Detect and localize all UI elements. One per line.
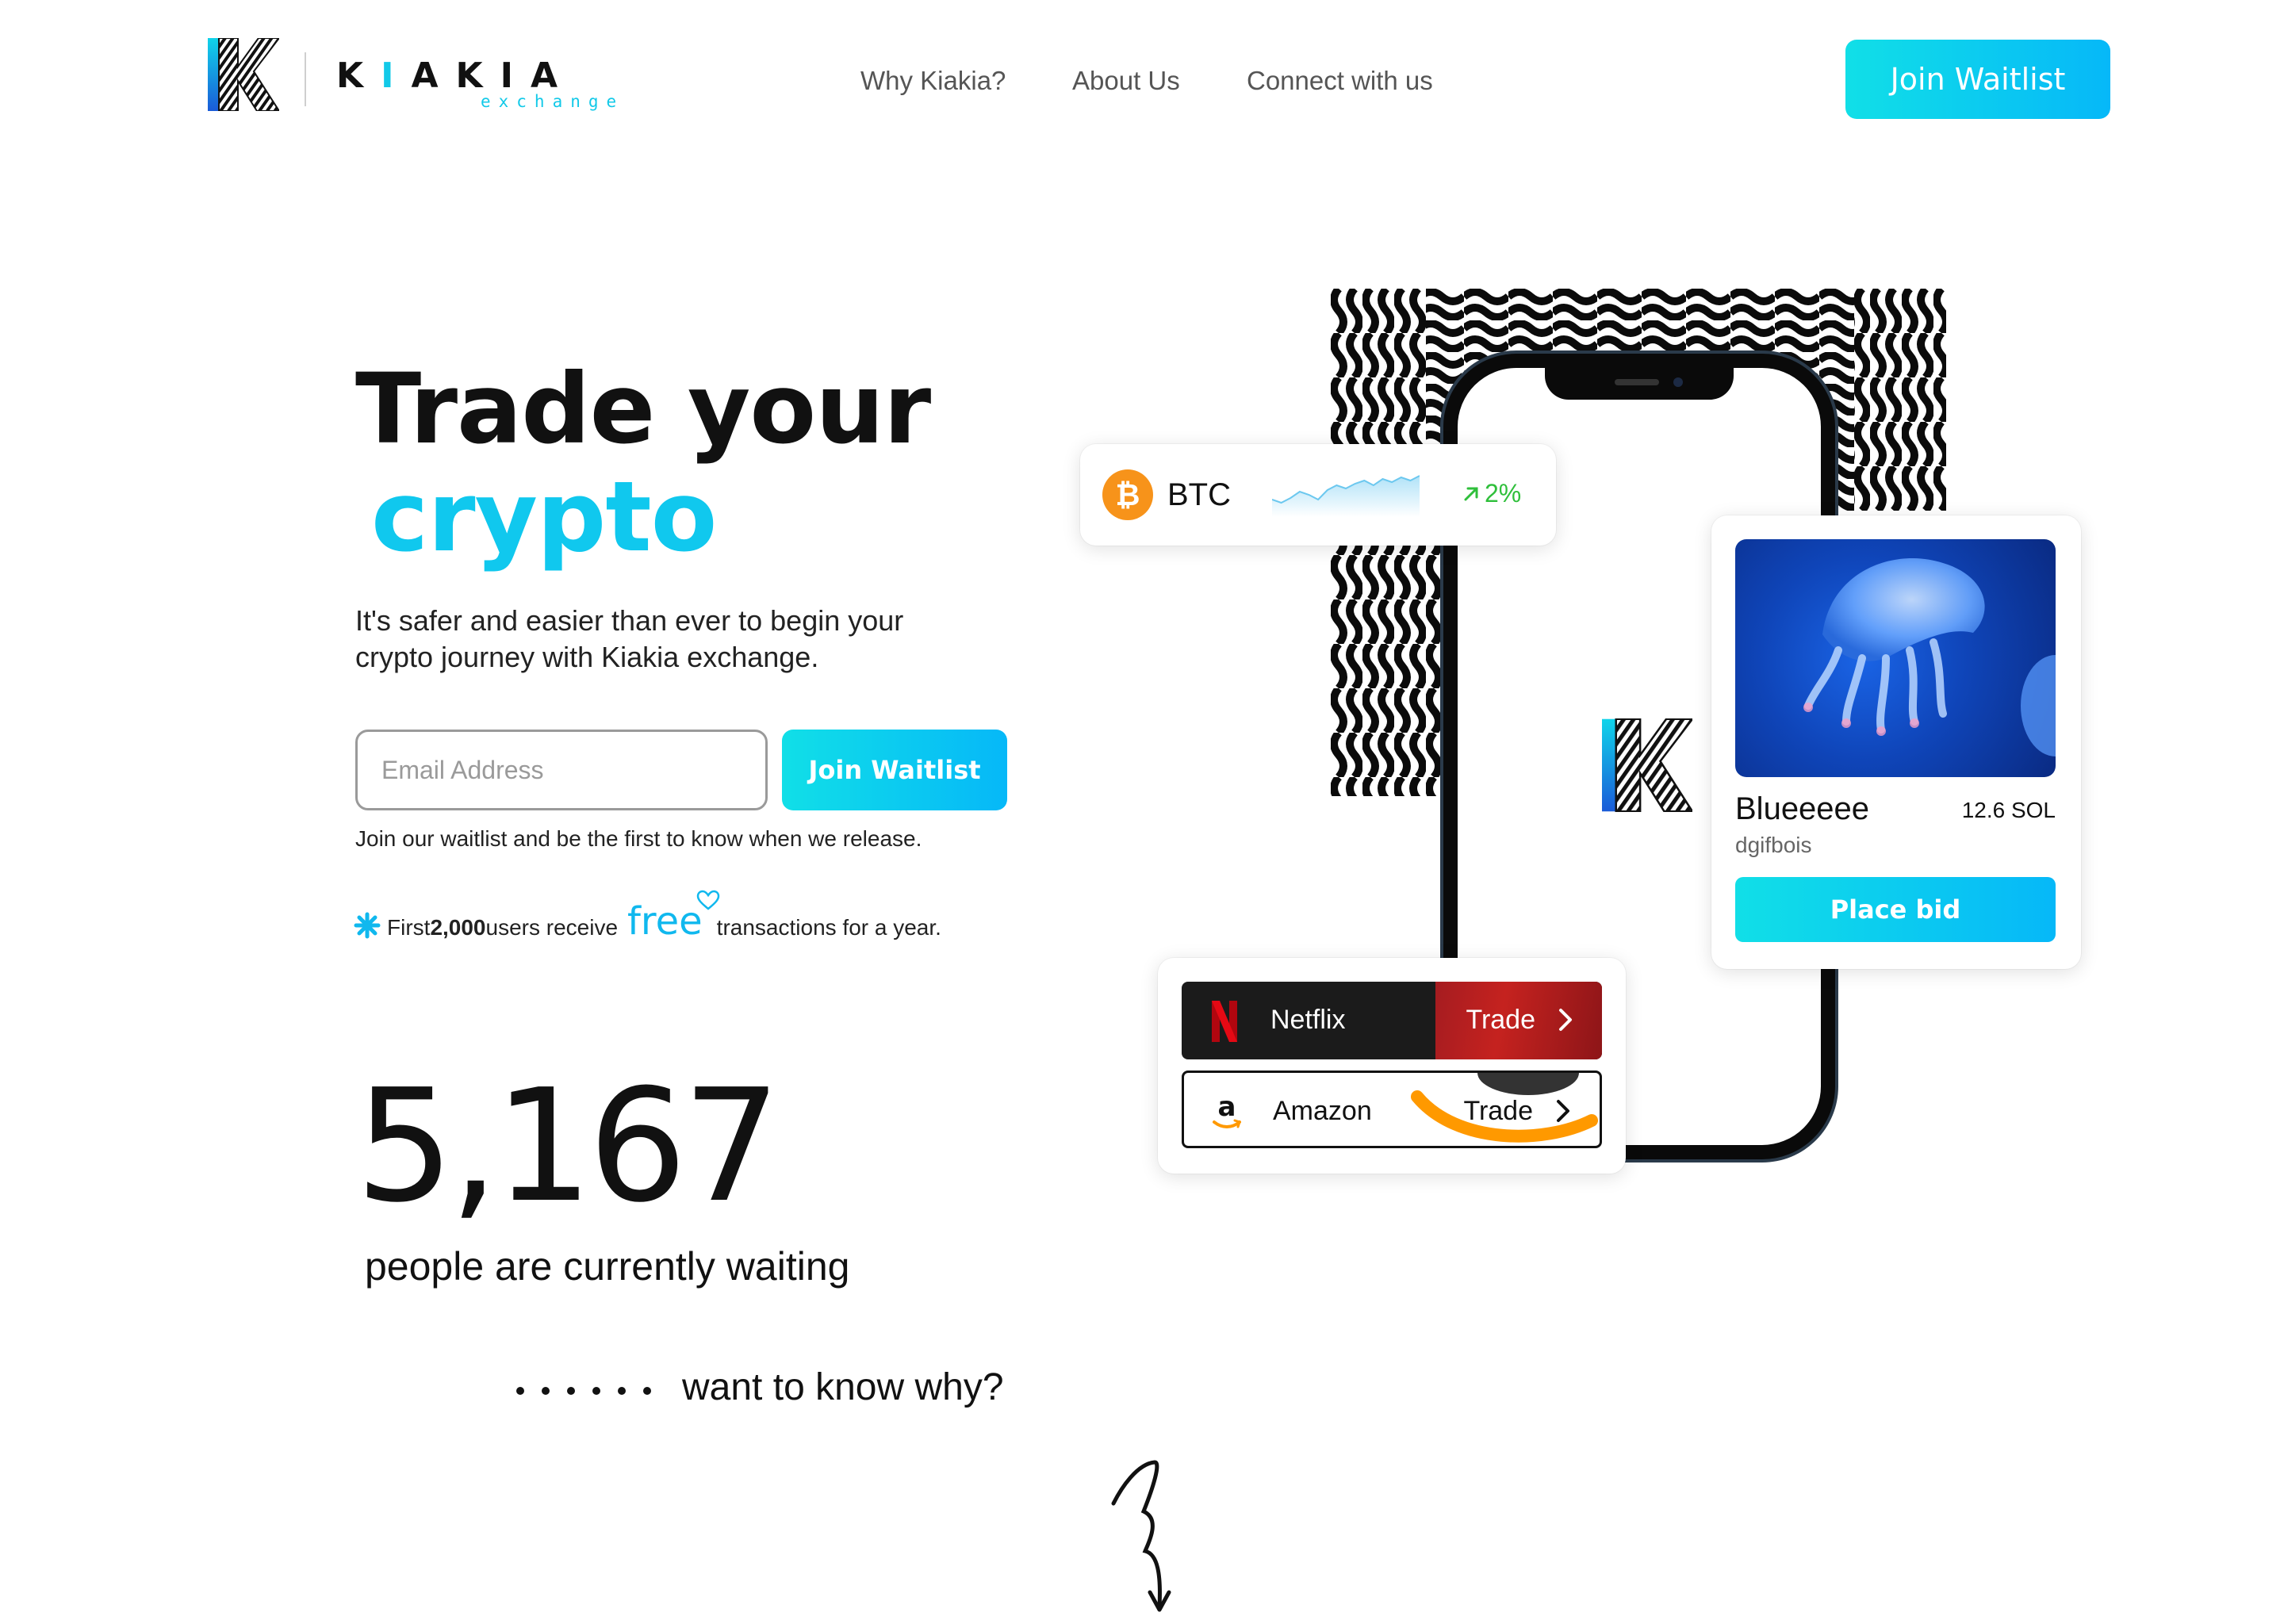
nav-connect[interactable]: Connect with us xyxy=(1247,65,1433,97)
chevron-right-icon[interactable] xyxy=(1555,1098,1571,1124)
btc-change-value: 2% xyxy=(1485,479,1522,508)
arrow-up-right-icon xyxy=(1464,487,1478,500)
bitcoin-icon: ₿ xyxy=(1102,469,1153,520)
btc-sparkline xyxy=(1272,475,1420,517)
stock-row-amazon[interactable]: a Amazon Trade xyxy=(1182,1071,1602,1148)
phone-camera xyxy=(1673,377,1683,387)
kiakia-logo-icon[interactable] xyxy=(208,38,279,111)
trade-button[interactable]: Trade xyxy=(1463,1095,1533,1127)
jellyfish-illustration xyxy=(1803,558,2056,756)
waiting-label: people are currently waiting xyxy=(365,1244,850,1289)
nft-image-jellyfish[interactable] xyxy=(1735,539,2056,777)
nft-name: Blueeeee xyxy=(1735,791,1870,826)
logo-divider xyxy=(305,52,306,106)
stock-name: Netflix xyxy=(1270,1005,1346,1035)
nft-price: 12.6 SOL xyxy=(1961,798,2056,822)
kiakia-logo-icon xyxy=(1602,718,1692,812)
brand-subtitle: exchange xyxy=(481,92,625,111)
header-join-waitlist-button[interactable]: Join Waitlist xyxy=(1845,40,2110,119)
stock-name: Amazon xyxy=(1273,1096,1372,1126)
amazon-icon: a xyxy=(1213,1091,1241,1128)
waiting-count: 5,167 xyxy=(355,1056,781,1237)
dots-decoration xyxy=(516,1387,651,1395)
btc-ticker-card[interactable]: ₿ BTC 2% xyxy=(1080,444,1556,546)
nav-about-us[interactable]: About Us xyxy=(1072,65,1180,97)
stock-row-netflix[interactable]: Netflix Trade xyxy=(1182,982,1602,1059)
email-input[interactable] xyxy=(355,730,768,810)
brand-name: KIAKIA xyxy=(336,56,576,96)
nft-owner[interactable]: dgifbois xyxy=(1735,833,1812,858)
hero-title-line2: crypto xyxy=(371,461,717,573)
hero-subtitle: It's safer and easier than ever to begin… xyxy=(355,604,904,673)
stock-trade-card: Netflix Trade a Amazon Trade xyxy=(1158,958,1626,1174)
why-link[interactable]: want to know why? xyxy=(682,1365,1004,1409)
promo-prefix: First xyxy=(387,915,431,940)
promo-free: free xyxy=(627,890,719,940)
join-waitlist-button[interactable]: Join Waitlist xyxy=(782,730,1007,810)
nft-card[interactable]: Blueeeee 12.6 SOL dgifbois Place bid xyxy=(1711,515,2081,969)
promo-line: First 2,000 users receive free transacti… xyxy=(354,890,941,940)
promo-count: 2,000 xyxy=(430,915,486,940)
hero-title-line1: Trade your xyxy=(355,353,931,465)
place-bid-button[interactable]: Place bid xyxy=(1735,877,2056,942)
nav-why-kiakia[interactable]: Why Kiakia? xyxy=(860,65,1006,97)
heart-icon xyxy=(696,890,719,910)
promo-middle: users receive xyxy=(485,915,619,940)
sparkle-icon xyxy=(354,912,381,939)
squiggle-arrow-down-icon[interactable] xyxy=(1098,1456,1193,1614)
trade-button[interactable]: Trade xyxy=(1466,1004,1535,1036)
svg-text:a: a xyxy=(1218,1091,1236,1123)
phone-speaker xyxy=(1615,379,1659,385)
netflix-icon xyxy=(1212,1001,1237,1042)
promo-suffix: transactions for a year. xyxy=(716,915,941,940)
chevron-right-icon[interactable] xyxy=(1558,1007,1573,1032)
form-note: Join our waitlist and be the first to kn… xyxy=(355,826,922,851)
btc-symbol: BTC xyxy=(1167,477,1231,512)
btc-change: 2% xyxy=(1461,479,1521,508)
svg-text:₿: ₿ xyxy=(1116,477,1140,512)
